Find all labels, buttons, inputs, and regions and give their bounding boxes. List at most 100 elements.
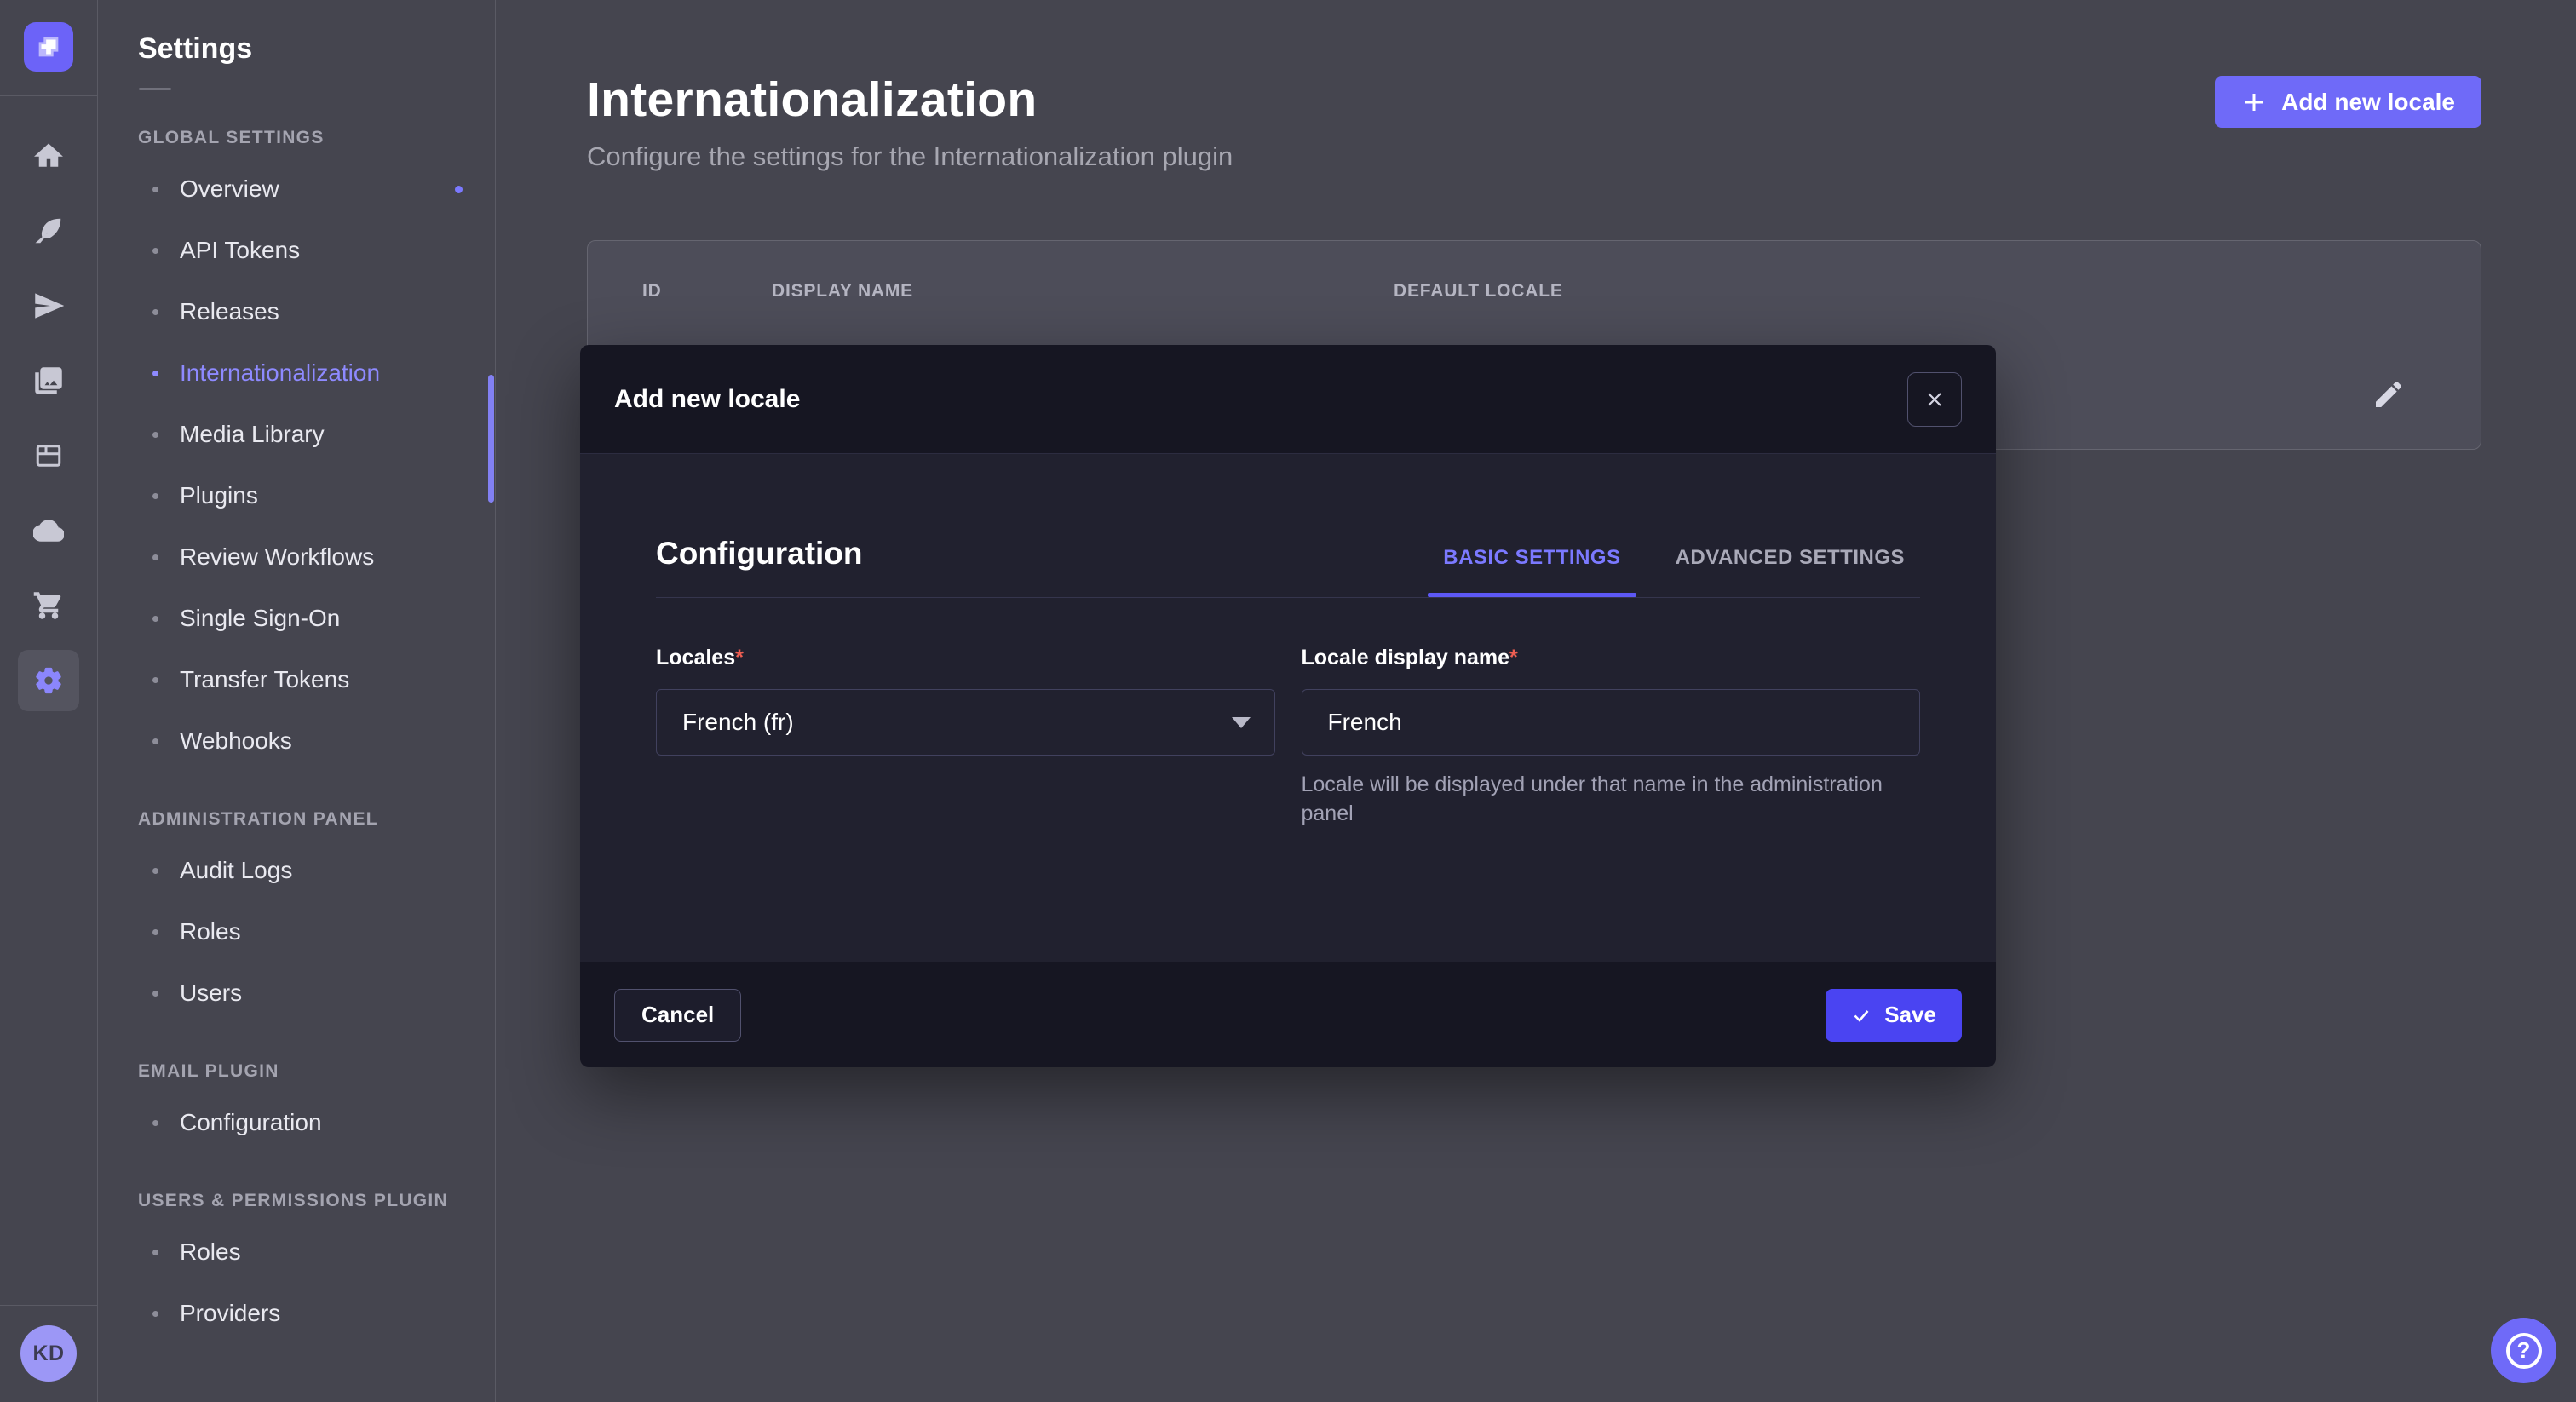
form-fields: Locales* French (fr) Locale display name… <box>656 646 1920 829</box>
chevron-down-icon <box>1232 717 1251 728</box>
modal-title: Add new locale <box>614 385 800 414</box>
cart-icon[interactable] <box>18 575 79 636</box>
settings-tabs: BASIC SETTINGS ADVANCED SETTINGS <box>1404 546 1920 595</box>
pencil-icon <box>2372 377 2406 411</box>
bullet-icon <box>152 187 158 192</box>
configuration-header-row: Configuration BASIC SETTINGS ADVANCED SE… <box>656 536 1920 598</box>
close-icon <box>1924 389 1945 410</box>
rail-bottom: KD <box>0 1305 97 1402</box>
layout-icon[interactable] <box>18 425 79 486</box>
save-button[interactable]: Save <box>1826 989 1962 1042</box>
sidebar-scrollbar-thumb[interactable] <box>488 375 494 503</box>
locales-label: Locales* <box>656 646 744 669</box>
rail-bottom-divider <box>0 1305 97 1306</box>
required-asterisk: * <box>735 646 744 669</box>
cancel-button[interactable]: Cancel <box>614 989 741 1042</box>
section-users-permissions-plugin: USERS & PERMISSIONS PLUGIN Roles Provide… <box>98 1191 495 1344</box>
bullet-icon <box>152 493 158 499</box>
bullet-icon <box>152 371 158 376</box>
page-header-text: Internationalization Configure the setti… <box>587 72 1233 172</box>
display-name-helper: Locale will be displayed under that name… <box>1302 771 1921 829</box>
section-label: GLOBAL SETTINGS <box>138 128 495 148</box>
sidebar-item-media-library[interactable]: Media Library <box>98 404 495 465</box>
check-icon <box>1851 1005 1872 1026</box>
table-header-row: ID DISPLAY NAME DEFAULT LOCALE <box>588 241 2481 342</box>
column-header-default-locale: DEFAULT LOCALE <box>1394 281 2481 302</box>
settings-gear-icon[interactable] <box>18 650 79 711</box>
required-asterisk: * <box>1509 646 1518 669</box>
settings-sidebar: Settings GLOBAL SETTINGS Overview API To… <box>98 0 496 1402</box>
icon-rail: KD <box>0 0 98 1402</box>
sidebar-item-audit-logs[interactable]: Audit Logs <box>98 840 495 901</box>
close-modal-button[interactable] <box>1907 372 1962 427</box>
bullet-icon <box>152 677 158 683</box>
configuration-title: Configuration <box>656 536 863 595</box>
sidebar-title: Settings <box>138 32 495 66</box>
add-new-locale-button[interactable]: Add new locale <box>2215 76 2481 128</box>
user-avatar[interactable]: KD <box>20 1325 77 1382</box>
column-header-id: ID <box>642 281 772 302</box>
page-title: Internationalization <box>587 72 1233 128</box>
sidebar-item-up-roles[interactable]: Roles <box>98 1221 495 1283</box>
sidebar-item-up-providers[interactable]: Providers <box>98 1283 495 1344</box>
display-name-label: Locale display name* <box>1302 646 1518 669</box>
sidebar-item-plugins[interactable]: Plugins <box>98 465 495 526</box>
sidebar-item-review-workflows[interactable]: Review Workflows <box>98 526 495 588</box>
display-name-field: Locale display name* Locale will be disp… <box>1302 646 1921 829</box>
display-name-input[interactable] <box>1302 689 1921 756</box>
sidebar-item-admin-users[interactable]: Users <box>98 962 495 1024</box>
edit-locale-button[interactable] <box>2372 377 2406 414</box>
tab-basic-settings[interactable]: BASIC SETTINGS <box>1428 546 1636 595</box>
modal-body: Configuration BASIC SETTINGS ADVANCED SE… <box>580 454 1996 962</box>
rail-divider <box>0 95 97 96</box>
locales-select[interactable]: French (fr) <box>656 689 1275 756</box>
tab-advanced-settings[interactable]: ADVANCED SETTINGS <box>1660 546 1920 595</box>
sidebar-item-webhooks[interactable]: Webhooks <box>98 710 495 772</box>
bullet-icon <box>152 616 158 622</box>
page-subtitle: Configure the settings for the Internati… <box>587 141 1233 172</box>
rail-icons <box>18 112 79 711</box>
sidebar-item-overview[interactable]: Overview <box>98 158 495 220</box>
section-label: USERS & PERMISSIONS PLUGIN <box>138 1191 495 1211</box>
column-header-display-name: DISPLAY NAME <box>772 281 1394 302</box>
cloud-icon[interactable] <box>18 500 79 561</box>
strapi-logo-icon <box>34 32 63 61</box>
sidebar-item-transfer-tokens[interactable]: Transfer Tokens <box>98 649 495 710</box>
locales-field: Locales* French (fr) <box>656 646 1275 829</box>
notification-dot <box>455 186 463 193</box>
section-global-settings: GLOBAL SETTINGS Overview API Tokens Rele… <box>98 128 495 772</box>
feather-icon[interactable] <box>18 200 79 261</box>
sidebar-item-admin-roles[interactable]: Roles <box>98 901 495 962</box>
home-icon[interactable] <box>18 125 79 187</box>
section-email-plugin: EMAIL PLUGIN Configuration <box>98 1061 495 1153</box>
bullet-icon <box>152 309 158 315</box>
modal-header: Add new locale <box>580 345 1996 454</box>
section-administration-panel: ADMINISTRATION PANEL Audit Logs Roles Us… <box>98 809 495 1024</box>
strapi-logo[interactable] <box>24 22 73 72</box>
bullet-icon <box>152 1120 158 1126</box>
sidebar-item-releases[interactable]: Releases <box>98 281 495 342</box>
bullet-icon <box>152 929 158 935</box>
plus-icon <box>2241 89 2267 115</box>
section-label: EMAIL PLUGIN <box>138 1061 495 1082</box>
sidebar-item-internationalization[interactable]: Internationalization <box>98 342 495 404</box>
bullet-icon <box>152 248 158 254</box>
bullet-icon <box>152 432 158 438</box>
bullet-icon <box>152 1311 158 1317</box>
bullet-icon <box>152 1250 158 1255</box>
sidebar-title-rule <box>139 88 171 90</box>
bullet-icon <box>152 991 158 997</box>
paper-plane-icon[interactable] <box>18 275 79 336</box>
sidebar-item-single-sign-on[interactable]: Single Sign-On <box>98 588 495 649</box>
bullet-icon <box>152 868 158 874</box>
page-header: Internationalization Configure the setti… <box>587 72 2481 172</box>
sidebar-item-email-configuration[interactable]: Configuration <box>98 1092 495 1153</box>
sidebar-item-api-tokens[interactable]: API Tokens <box>98 220 495 281</box>
media-library-icon[interactable] <box>18 350 79 411</box>
bullet-icon <box>152 738 158 744</box>
help-button[interactable]: ? <box>2491 1318 2556 1383</box>
add-locale-modal: Add new locale Configuration BASIC SETTI… <box>580 345 1996 1067</box>
bullet-icon <box>152 554 158 560</box>
locales-select-value: French (fr) <box>682 709 794 736</box>
modal-footer: Cancel Save <box>580 962 1996 1067</box>
